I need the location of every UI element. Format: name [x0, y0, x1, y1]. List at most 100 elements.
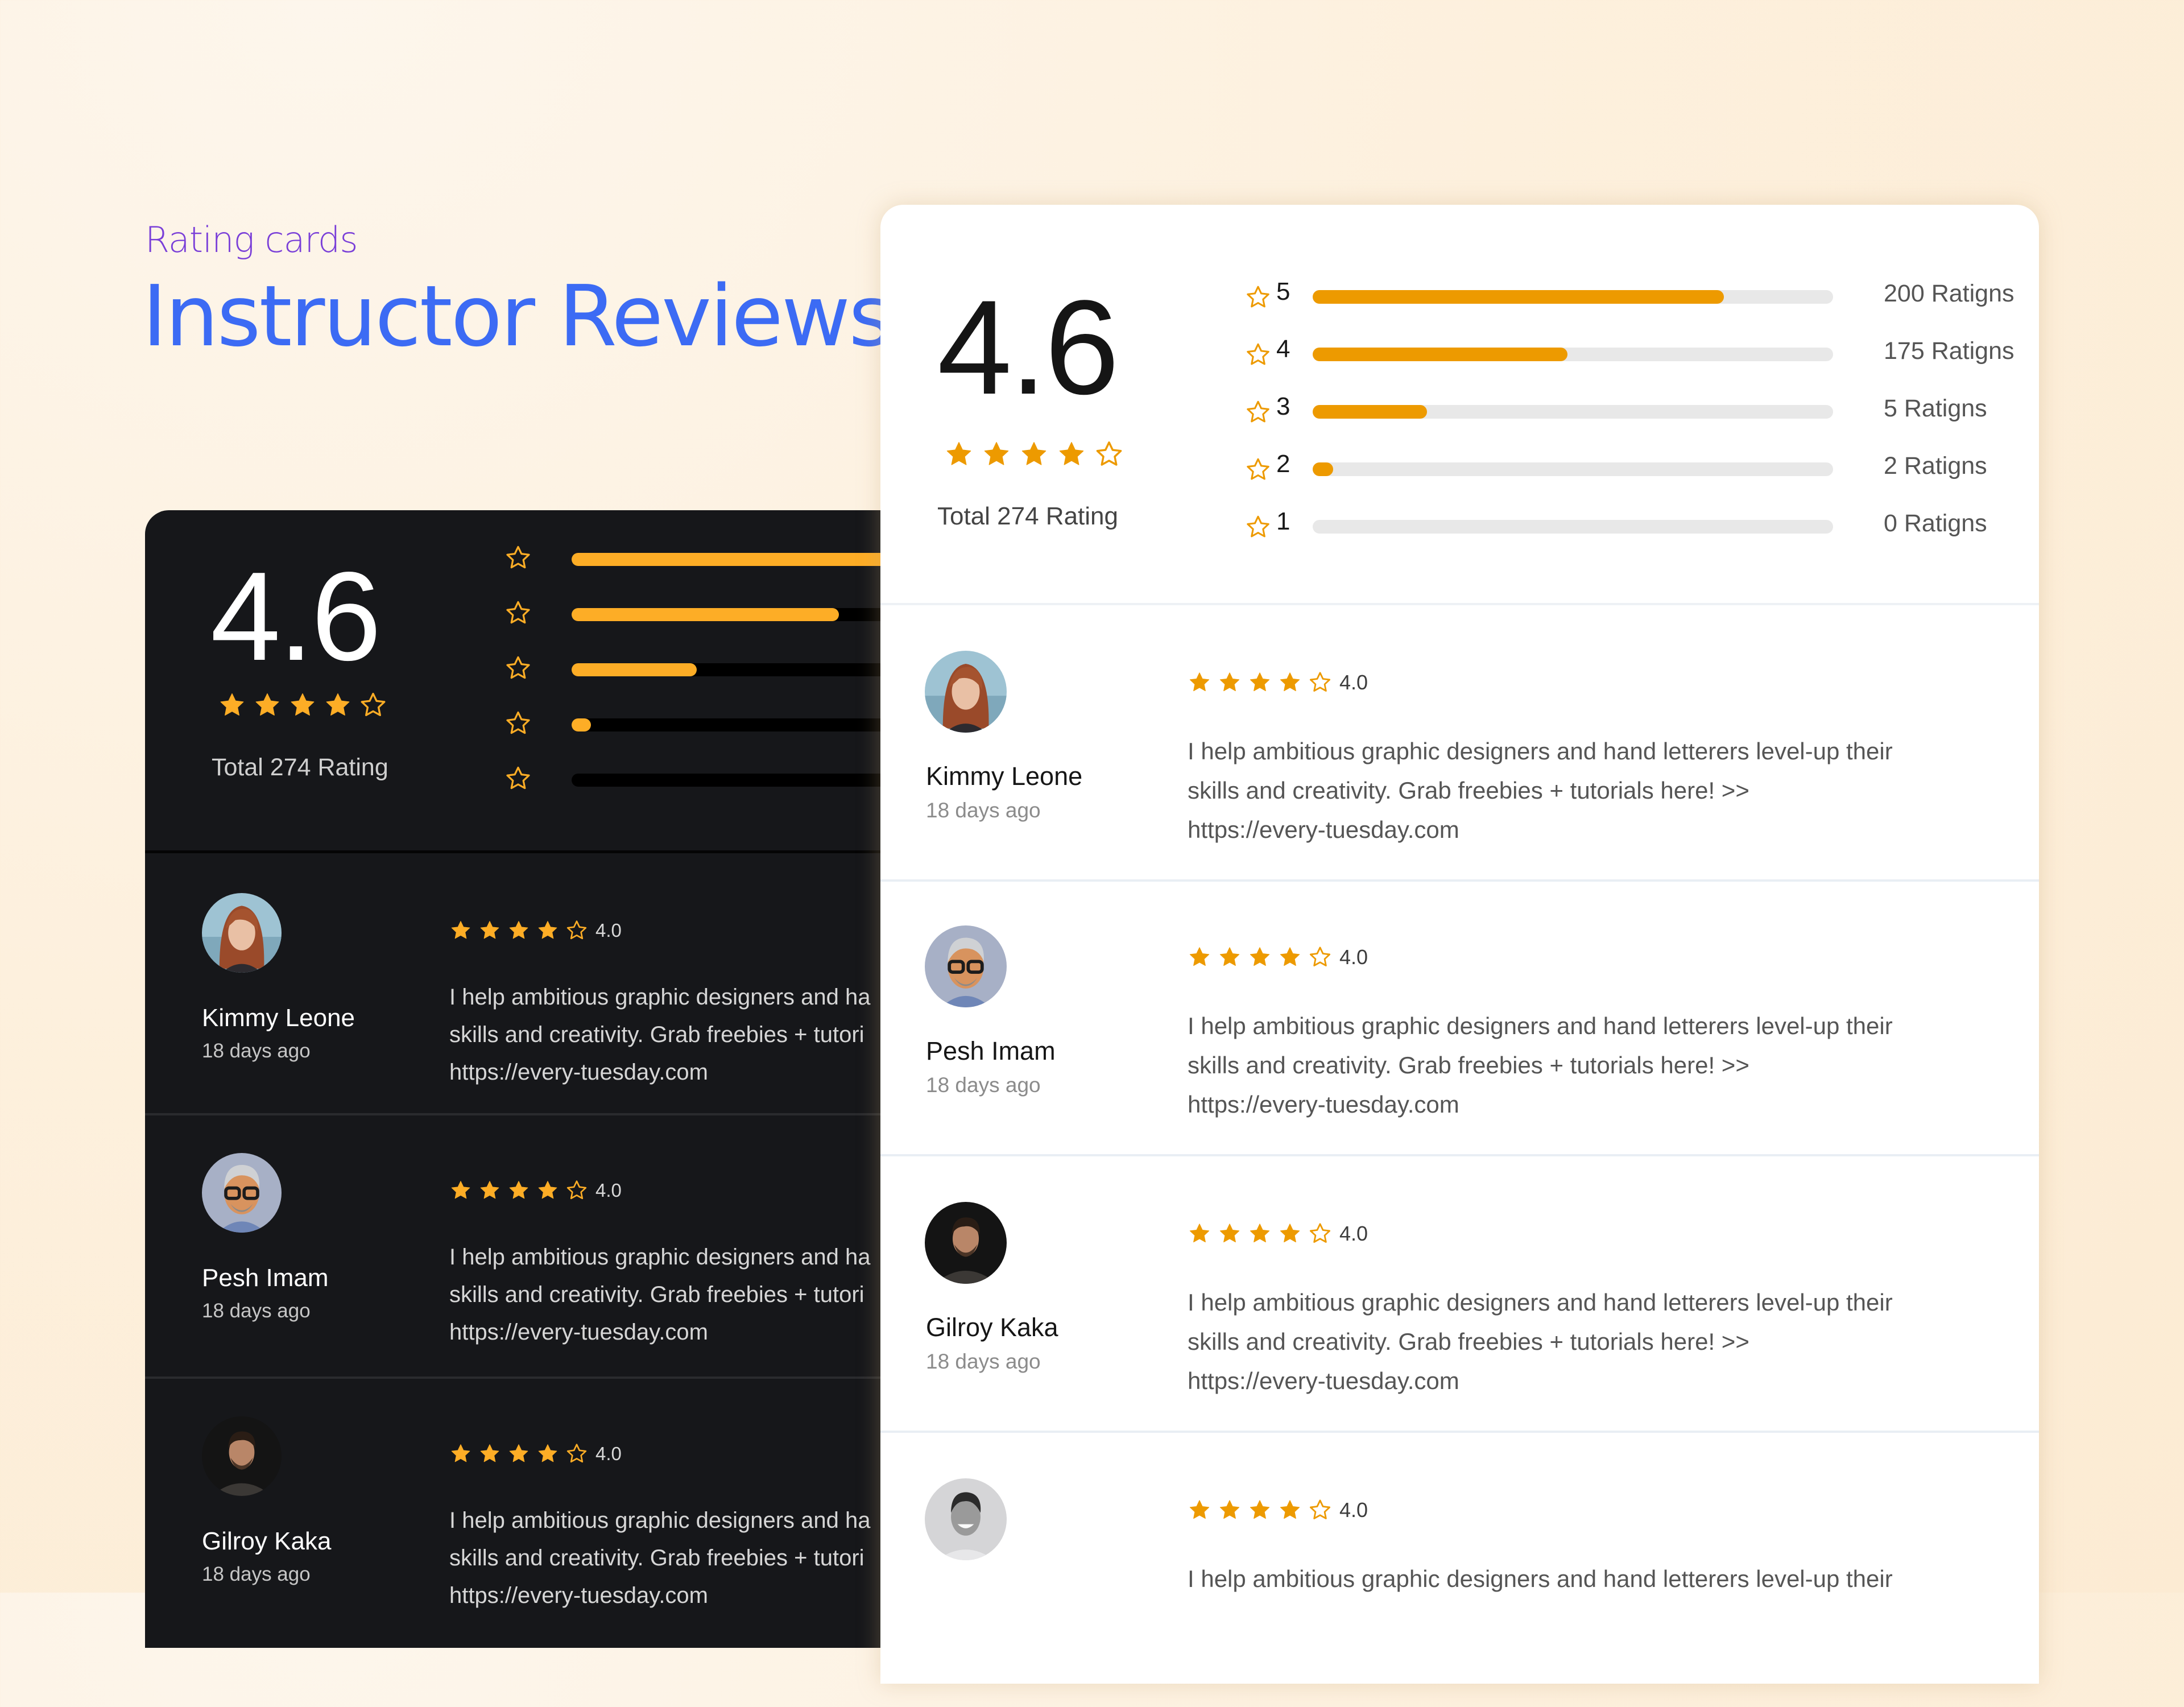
- distribution-count: 0 Ratigns: [1884, 510, 1987, 537]
- star-outline-icon: [565, 919, 588, 942]
- star-outline-icon: [1308, 1222, 1332, 1246]
- review-rating-value: 4.0: [1339, 945, 1368, 969]
- review-text-line: skills and creativity. Grab freebies + t…: [1188, 777, 1749, 804]
- reviewer-name: Kimmy Leone: [202, 1004, 355, 1032]
- star-filled-icon: [449, 919, 472, 942]
- review-rating-value: 4.0: [595, 920, 622, 941]
- distribution-bar-fill: [1313, 290, 1724, 304]
- review-rating-value: 4.0: [595, 1180, 622, 1201]
- star-filled-icon: [478, 919, 501, 942]
- review-rating: 4.0: [449, 919, 622, 942]
- review-item: Gilroy Kaka 18 days ago 4.0 I help ambitiou…: [880, 1156, 2039, 1433]
- distribution-bar-fill: [1313, 405, 1428, 419]
- review-text-line: skills and creativity. Grab freebies + t…: [1188, 1052, 1749, 1078]
- star-filled-icon: [1248, 1498, 1272, 1522]
- review-link[interactable]: https://every-tuesday.com: [1188, 1085, 1984, 1124]
- star-filled-icon: [1278, 1222, 1302, 1246]
- review-rating-value: 4.0: [1339, 1222, 1368, 1245]
- star-filled-icon: [288, 691, 317, 720]
- total-ratings: Total 274 Rating: [937, 502, 1118, 530]
- review-rating-value: 4.0: [595, 1443, 622, 1464]
- distribution-star-label: 1: [1276, 507, 1290, 535]
- star-outline-icon: [565, 1179, 588, 1202]
- star-outline-icon: [1308, 1498, 1332, 1522]
- star-outline-icon: [1245, 399, 1271, 425]
- distribution-bar-track: [1313, 290, 1833, 304]
- star-outline-icon: [504, 544, 532, 572]
- star-outline-icon: [504, 710, 532, 737]
- review-date: 18 days ago: [202, 1563, 311, 1585]
- review-link[interactable]: https://every-tuesday.com: [1188, 1361, 1984, 1400]
- distribution-count: 2 Ratigns: [1884, 452, 1987, 480]
- distribution-bar-fill: [572, 663, 697, 676]
- distribution-bar-track: [1313, 348, 1833, 361]
- star-filled-icon: [536, 919, 559, 942]
- review-item: Pesh Imam 18 days ago 4.0 I help ambitious …: [880, 880, 2039, 1156]
- star-outline-icon: [1245, 284, 1271, 311]
- star-filled-icon: [1057, 440, 1086, 469]
- distribution-star-label: 2: [1276, 450, 1290, 478]
- average-stars: [218, 691, 387, 720]
- star-filled-icon: [1218, 1222, 1242, 1246]
- avatar: [925, 1202, 1007, 1284]
- review-rating: 4.0: [449, 1179, 622, 1202]
- star-filled-icon: [1218, 945, 1242, 969]
- review-date: 18 days ago: [926, 799, 1041, 822]
- review-item: Kimmy Leone 18 days ago 4.0 I help ambitiou…: [880, 605, 2039, 882]
- avatar: [925, 651, 1007, 733]
- star-filled-icon: [253, 691, 282, 720]
- rating-card-light: 4.6 Total 274 Rating 5 200 Ratigns 4 175 Ra…: [880, 205, 2039, 1684]
- distribution-row-3: 3 5 Ratigns: [1245, 392, 2041, 432]
- star-filled-icon: [507, 1443, 530, 1465]
- star-filled-icon: [944, 440, 974, 469]
- star-filled-icon: [478, 1443, 501, 1465]
- distribution-bar-track: [1313, 520, 1833, 534]
- star-filled-icon: [982, 440, 1011, 469]
- distribution-bar-fill: [1313, 348, 1568, 361]
- total-ratings: Total 274 Rating: [212, 754, 388, 781]
- review-text-line: skills and creativity. Grab freebies + t…: [1188, 1328, 1749, 1355]
- review-text: I help ambitious graphic designers and h…: [1188, 1283, 1984, 1400]
- review-date: 18 days ago: [202, 1300, 311, 1322]
- review-text: I help ambitious graphic designers and h…: [1188, 731, 1984, 849]
- star-outline-icon: [1308, 671, 1332, 695]
- star-filled-icon: [507, 1179, 530, 1202]
- distribution-bar-fill: [572, 718, 591, 731]
- avatar: [202, 1416, 282, 1496]
- eyebrow-label: Rating cards: [145, 219, 358, 261]
- distribution-bar-fill: [1313, 462, 1333, 476]
- distribution-count: 175 Ratigns: [1884, 337, 2015, 365]
- star-filled-icon: [1248, 945, 1272, 969]
- star-filled-icon: [324, 691, 352, 720]
- star-filled-icon: [449, 1443, 472, 1465]
- review-date: 18 days ago: [926, 1073, 1041, 1097]
- star-filled-icon: [218, 691, 246, 720]
- star-filled-icon: [536, 1179, 559, 1202]
- review-date: 18 days ago: [926, 1350, 1041, 1373]
- star-filled-icon: [1019, 440, 1049, 469]
- review-rating: 4.0: [1188, 671, 1368, 695]
- avatar: [925, 925, 1007, 1007]
- reviewer-name: Pesh Imam: [926, 1036, 1056, 1065]
- star-filled-icon: [478, 1179, 501, 1202]
- distribution-count: 5 Ratigns: [1884, 395, 1987, 422]
- star-outline-icon: [359, 691, 387, 720]
- review-link[interactable]: https://every-tuesday.com: [1188, 810, 1984, 849]
- rating-summary: 4.6 Total 274 Rating 5 200 Ratigns 4 175 Ra…: [880, 205, 2039, 605]
- review-rating: 4.0: [1188, 945, 1368, 969]
- reviewer-name: Pesh Imam: [202, 1264, 329, 1292]
- distribution-star-label: 3: [1276, 392, 1290, 420]
- page-title: Instructor Reviews: [142, 267, 892, 365]
- star-filled-icon: [1248, 671, 1272, 695]
- star-outline-icon: [504, 600, 532, 627]
- avatar: [202, 1153, 282, 1233]
- star-filled-icon: [1278, 671, 1302, 695]
- review-rating-value: 4.0: [1339, 1498, 1368, 1522]
- star-outline-icon: [1094, 440, 1124, 469]
- distribution-row-4: 4 175 Ratigns: [1245, 335, 2041, 375]
- star-outline-icon: [565, 1443, 588, 1465]
- avatar: [925, 1478, 1007, 1560]
- star-outline-icon: [1308, 945, 1332, 969]
- distribution-bar-track: [1313, 405, 1833, 419]
- review-item: 4.0 I help ambitious graphic designers an…: [880, 1433, 2039, 1707]
